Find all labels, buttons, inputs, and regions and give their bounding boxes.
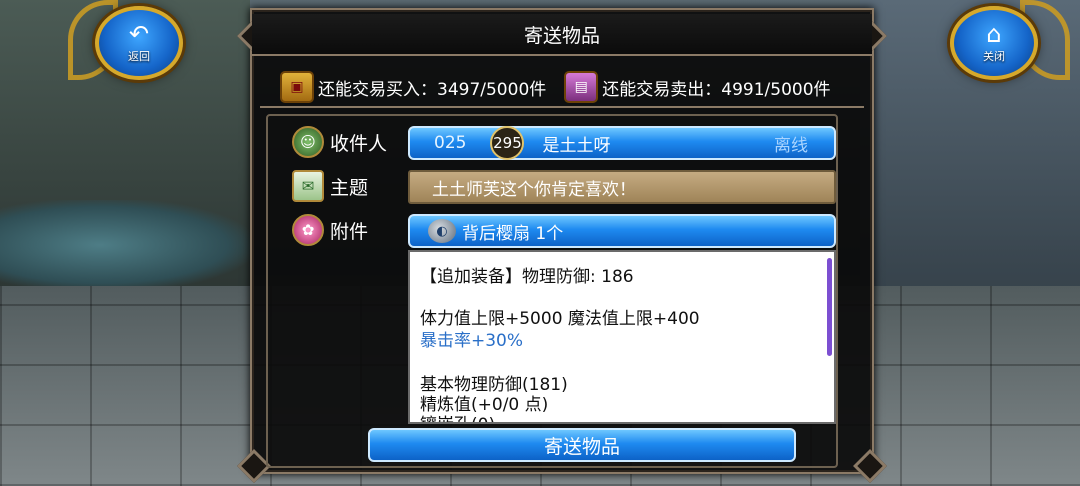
gift-icon: ✿ [292,214,324,246]
back-button[interactable]: ↶ 返回 [95,6,183,80]
shop-stall-icon: ▤ [564,71,599,103]
subject-label: 主题 [330,176,369,199]
close-button[interactable]: ⌂ 关闭 [950,6,1038,80]
recipient-label: 收件人 [330,132,388,155]
fan-item-icon: ◐ [428,219,456,243]
send-item-button[interactable]: 寄送物品 [368,428,796,462]
description-scrollbar[interactable] [827,258,832,356]
attachment-field[interactable]: ◐ 背后樱扇 1个 [408,214,836,248]
panel-title: 寄送物品 [252,14,872,56]
trade-buy-text: 还能交易买入：3497/5000件 [318,79,547,100]
recipient-name: 是土土呀 [542,135,611,156]
recipient-status: 离线 [774,135,808,156]
description-line: 暴击率+30% [420,331,524,351]
envelope-icon: ✉ [292,170,324,202]
back-button-label: 返回 [128,50,150,63]
background-fountain [0,200,250,290]
recipient-field[interactable]: 025 295 是土土呀 离线 [408,126,836,160]
send-item-panel: 寄送物品 ▣ 还能交易买入：3497/5000件 ▤ 还能交易卖出：4991/5… [237,8,887,483]
home-icon: ⌂ [986,20,1002,48]
recipient-badge: 295 [490,126,525,160]
subject-field[interactable]: 土土师芙这个你肯定喜欢！ [408,170,836,204]
attachment-row: ✿ 附件 [292,214,420,246]
attachment-item: 背后樱扇 1个 [462,223,564,244]
item-description-box[interactable]: 【追加装备】物理防御: 186 体力值上限+5000 魔法值上限+400 暴击率… [408,250,836,424]
trade-sell-text: 还能交易卖出：4991/5000件 [602,79,831,100]
return-arrow-icon: ↶ [128,20,150,48]
attachment-label: 附件 [330,220,369,243]
subject-row: ✉ 主题 [292,170,420,202]
recipient-row: ☺ 收件人 [292,126,420,158]
description-line: 镶嵌孔(0) [420,410,495,422]
recipient-level: 025 [434,133,467,153]
subject-text: 土土师芙这个你肯定喜欢！ [432,179,636,200]
description-line: 【追加装备】物理防御: 186 [420,267,634,287]
trade-sell-limit: ▤ 还能交易卖出：4991/5000件 [564,71,831,103]
trade-limits-bar: ▣ 还能交易买入：3497/5000件 ▤ 还能交易卖出：4991/5000件 [260,68,864,108]
recipient-icon: ☺ [292,126,324,158]
mail-form: ☺ 收件人 025 295 是土土呀 离线 ✉ 主题 土土师芙这个你肯定喜欢！ … [266,114,838,468]
treasure-chest-icon: ▣ [280,71,314,103]
trade-buy-limit: ▣ 还能交易买入：3497/5000件 [280,71,546,103]
close-button-label: 关闭 [983,50,1005,63]
